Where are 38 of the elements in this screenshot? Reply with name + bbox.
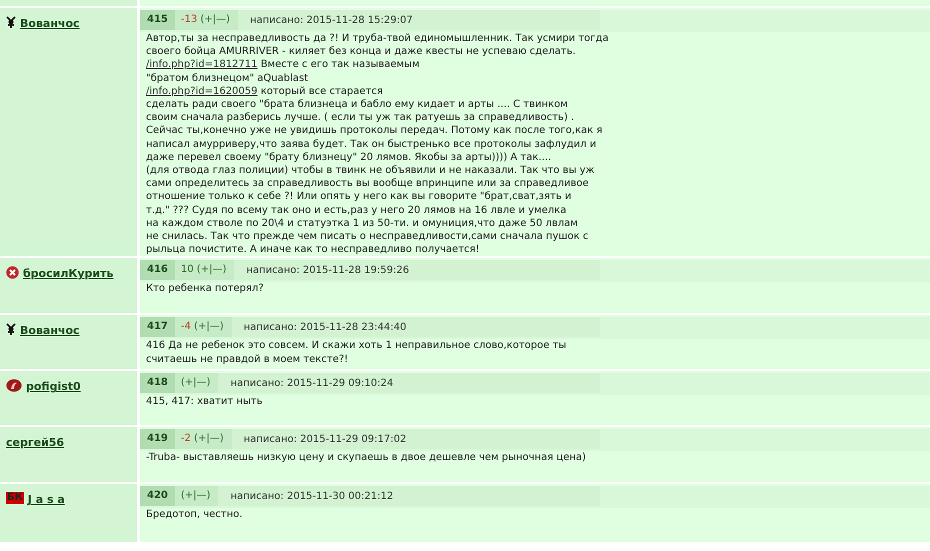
- rating-score: 10: [180, 264, 194, 276]
- post-number: 420: [140, 486, 175, 506]
- symbol-icon: [6, 16, 16, 29]
- post-text: Автор,ты за несправедливость да ?! И труба-твой единомышленник. Так усмири тогда своего бойца AMURRIVER - киляет без конца и даже квесты не успеваю сделать. /info.php?id=1812711 Вместе с его так называемым "братом близнецом" aQuablast /info.php?id=1620059 который все старается сделать ради своего "брата близнеца и бабло ему кидает и арты .... С твинком своим сначала разберись лучше. ( если ты уж так ратуешь за справедливость) . Сейчас ты,конечно уже не увидишь протоколы передач. Потому как после того,как я написал амурриверу,что заява будет. Так он быстренько все протоколы зафлудил и даже перевел своему "брату близнецу" 20 лямов. Якобы за арты)))) А так.... (для отвода глаз полиции) чтобы в твинк не объявили и не наказали. Так что вы уж сами определитесь за справедливость вы вообще впринципе или за справедливое отношение только к себе ?! Или опять у него как вы говорите "брат,сват,зять и т.д." ??? Судя по всему так оно и есть,раз у него 20 лямов на 16 лвле и умелка на каждом стволе по 20\4 и статуэтка 1 из 50-ти. и омуниция,что даже 50 лвлам не снилась. Так что прежде чем писать о несправедливости,сами сначала пушок с рыльца почистите. А иначе как то несправедливо получается!: [145, 32, 610, 256]
- post-date: написано: 2015-11-28 15:29:07: [248, 14, 413, 28]
- emblem-icon: [6, 379, 22, 392]
- post-date: написано: 2015-11-30 00:21:12: [229, 490, 394, 504]
- post-text: 416 Да не ребенок это совсем. И скажи хоть 1 неправильное слово,которое ты считаешь не правдой в моем тексте?!: [145, 339, 568, 366]
- post-number: 419: [140, 429, 175, 450]
- vote-link[interactable]: (+|—): [200, 14, 230, 25]
- clan-badge: БК: [6, 492, 24, 504]
- username-link[interactable]: сергей56: [6, 435, 64, 452]
- username-link[interactable]: J a s a: [28, 492, 65, 509]
- username-link[interactable]: pofigist0: [26, 379, 81, 396]
- post-number: 415: [140, 10, 175, 30]
- profile-link[interactable]: /info.php?id=1812711: [146, 59, 258, 70]
- vote-link[interactable]: (+|—): [194, 321, 224, 332]
- symbol-icon: [6, 323, 16, 336]
- post-text: 415, 417: хватит ныть: [145, 395, 264, 409]
- username-link[interactable]: Вованчос: [20, 323, 80, 340]
- post-number: 416: [140, 260, 175, 280]
- post-date: написано: 2015-11-28 19:59:26: [245, 264, 410, 278]
- rating-score: -2: [180, 433, 191, 444]
- post-number: 418: [140, 373, 175, 394]
- post-number: 417: [140, 317, 175, 338]
- post-date: написано: 2015-11-28 23:44:40: [242, 320, 406, 335]
- post-date: написано: 2015-11-29 09:17:02: [242, 432, 406, 447]
- close-icon: [6, 266, 19, 280]
- username-link[interactable]: Вованчос: [20, 16, 80, 32]
- post-date: написано: 2015-11-29 09:10:24: [229, 376, 394, 391]
- rating-score: -13: [180, 14, 198, 25]
- post-text: -Truba- выставляешь низкую цену и скупаешь в двое дешевле чем рыночная цена): [145, 451, 587, 465]
- rating-score: -4: [180, 321, 191, 332]
- profile-link[interactable]: /info.php?id=1620059: [146, 86, 258, 97]
- post-text: Кто ребенка потерял?: [145, 282, 265, 296]
- vote-link[interactable]: (+|—): [194, 433, 224, 444]
- vote-link[interactable]: (+|—): [196, 264, 226, 276]
- post-text: Бредотоп, честно.: [145, 508, 244, 522]
